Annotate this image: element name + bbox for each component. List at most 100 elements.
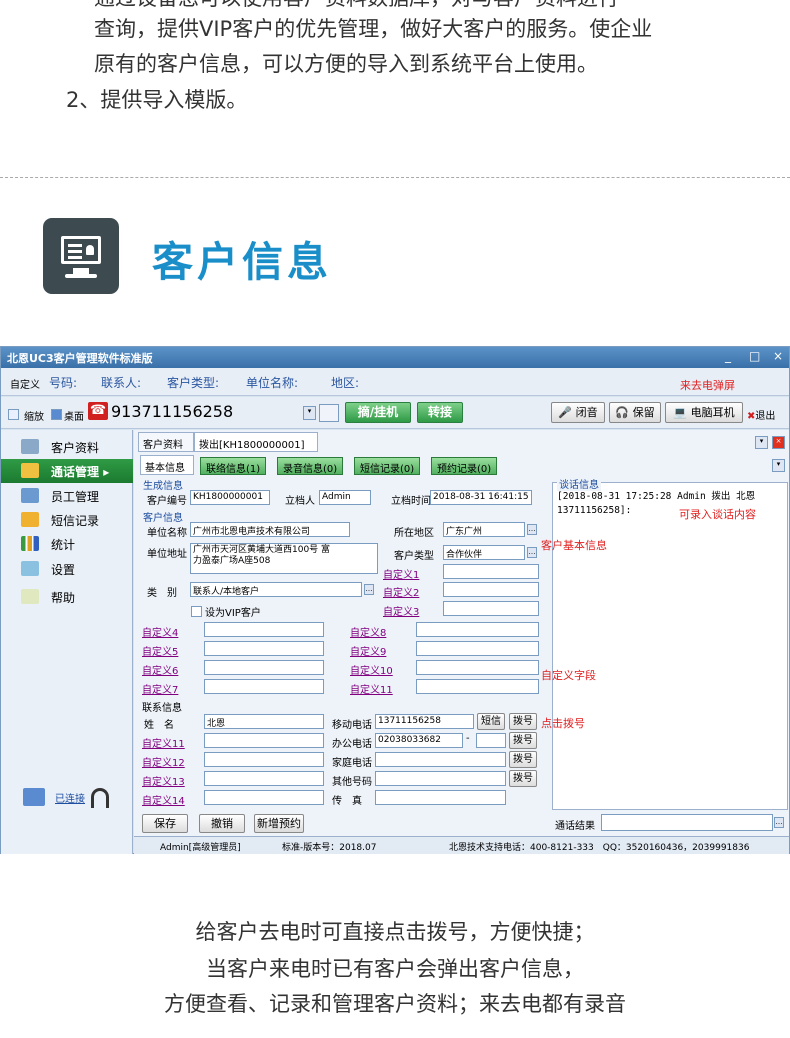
dial-office-button[interactable]: 拨号 bbox=[509, 732, 537, 749]
custom-2-field[interactable] bbox=[443, 582, 539, 597]
office-dash: - bbox=[466, 733, 470, 744]
search-type[interactable]: 客户类型: bbox=[167, 374, 219, 391]
phone-number-input[interactable]: 913711156258 bbox=[111, 402, 233, 421]
phone-dropdown[interactable]: ▾ bbox=[303, 406, 316, 420]
region-picker-button[interactable]: … bbox=[527, 524, 537, 535]
sidebar-item-sms[interactable]: 短信记录 bbox=[1, 508, 133, 532]
search-number[interactable]: 号码: bbox=[49, 374, 77, 391]
custom-11-field[interactable] bbox=[416, 679, 539, 694]
contact-custom-13-field[interactable] bbox=[204, 771, 324, 786]
custom-9-link[interactable]: 自定义9 bbox=[350, 643, 386, 658]
custom-6-link[interactable]: 自定义6 bbox=[142, 662, 178, 677]
contact-custom-14-field[interactable] bbox=[204, 790, 324, 805]
search-unit[interactable]: 单位名称: bbox=[246, 374, 298, 391]
sidebar-item-staff[interactable]: 员工管理 bbox=[1, 484, 133, 508]
custom-7-field[interactable] bbox=[204, 679, 324, 694]
subtab-appointments[interactable]: 预约记录(0) bbox=[431, 457, 498, 475]
fax-field[interactable] bbox=[375, 790, 506, 805]
minimize-button[interactable]: _ bbox=[725, 349, 731, 363]
sidebar-item-stats[interactable]: 统计 bbox=[1, 532, 133, 556]
type-field[interactable]: 合作伙伴 bbox=[443, 545, 525, 560]
mute-button[interactable]: 🎤 闭音 bbox=[551, 402, 605, 423]
custom-11-link[interactable]: 自定义11 bbox=[350, 681, 393, 696]
custom-5-link[interactable]: 自定义5 bbox=[142, 643, 178, 658]
name-field[interactable]: 北恩 bbox=[204, 714, 324, 729]
other-field[interactable] bbox=[375, 771, 506, 786]
sms-button[interactable]: 短信 bbox=[477, 713, 505, 730]
dial-home-button[interactable]: 拨号 bbox=[509, 751, 537, 768]
custom-search-link[interactable]: 自定义 bbox=[10, 376, 40, 391]
time-field[interactable]: 2018-08-31 16:41:15 bbox=[430, 490, 532, 505]
type-label: 客户类型 bbox=[394, 551, 434, 562]
subtab-recordings[interactable]: 录音信息(0) bbox=[277, 457, 344, 475]
talk-log-box[interactable]: 谈话信息 [2018-08-31 17:25:28 Admin 拨出 北恩 13… bbox=[552, 476, 788, 810]
status-bar: Admin[高级管理员] 标准-版本号：2018.07 北恩技术支持电话：400… bbox=[134, 836, 789, 854]
category-field[interactable]: 联系人/本地客户 bbox=[190, 582, 362, 597]
mobile-field[interactable]: 13711156258 bbox=[375, 714, 474, 729]
custom-3-link[interactable]: 自定义3 bbox=[383, 603, 419, 618]
custom-6-field[interactable] bbox=[204, 660, 324, 675]
region-field[interactable]: 广东广州 bbox=[443, 522, 525, 537]
custom-4-field[interactable] bbox=[204, 622, 324, 637]
sidebar-item-help[interactable]: 帮助 bbox=[1, 585, 133, 609]
vip-checkbox[interactable] bbox=[191, 604, 202, 617]
custom-5-field[interactable] bbox=[204, 641, 324, 656]
zoom-checkbox[interactable] bbox=[8, 407, 19, 420]
desktop-checkbox[interactable] bbox=[51, 407, 62, 420]
headset-button[interactable]: 💻 电脑耳机 bbox=[665, 402, 743, 423]
subtab-basic-info[interactable]: 基本信息 bbox=[140, 455, 194, 475]
sidebar-item-settings[interactable]: 设置 bbox=[1, 557, 133, 581]
contact-custom-11-field[interactable] bbox=[204, 733, 324, 748]
creator-field[interactable]: Admin bbox=[319, 490, 371, 505]
custom-3-field[interactable] bbox=[443, 601, 539, 616]
exit-button[interactable]: ✖退出 bbox=[747, 407, 775, 422]
subtab-sms[interactable]: 短信记录(0) bbox=[354, 457, 421, 475]
custom-10-link[interactable]: 自定义10 bbox=[350, 662, 393, 677]
sidebar-item-calls[interactable]: 通话管理 ▸ bbox=[1, 459, 133, 483]
search-region[interactable]: 地区: bbox=[331, 374, 359, 391]
search-contact[interactable]: 联系人: bbox=[101, 374, 141, 391]
cancel-button[interactable]: 撤销 bbox=[199, 814, 245, 833]
custom-10-field[interactable] bbox=[416, 660, 539, 675]
close-button[interactable]: × bbox=[773, 349, 783, 363]
tab-customer-info[interactable]: 客户资料 bbox=[138, 432, 194, 452]
addr-field[interactable]: 广州市天河区黄埔大道西100号 富力盈泰广场A座508 bbox=[190, 543, 378, 574]
keypad-icon[interactable] bbox=[319, 404, 339, 422]
answer-hangup-button[interactable]: 摘/挂机 bbox=[345, 402, 411, 423]
subtab-dropdown[interactable]: ▾ bbox=[772, 459, 785, 472]
transfer-button[interactable]: 转接 bbox=[417, 402, 463, 423]
custom-8-field[interactable] bbox=[416, 622, 539, 637]
custom-7-link[interactable]: 自定义7 bbox=[142, 681, 178, 696]
custom-1-link[interactable]: 自定义1 bbox=[383, 566, 419, 581]
call-result-field[interactable] bbox=[601, 814, 773, 831]
contact-custom-14-link[interactable]: 自定义14 bbox=[142, 792, 185, 807]
custom-9-field[interactable] bbox=[416, 641, 539, 656]
dial-other-button[interactable]: 拨号 bbox=[509, 770, 537, 787]
tab-list-dropdown[interactable]: ▾ bbox=[755, 436, 768, 449]
custom-2-link[interactable]: 自定义2 bbox=[383, 584, 419, 599]
unit-field[interactable]: 广州市北恩电声技术有限公司 bbox=[190, 522, 350, 537]
contact-custom-11-link[interactable]: 自定义11 bbox=[142, 735, 185, 750]
dial-mobile-button[interactable]: 拨号 bbox=[509, 713, 537, 730]
save-button[interactable]: 保存 bbox=[142, 814, 188, 833]
maximize-button[interactable]: □ bbox=[749, 349, 760, 363]
category-picker-button[interactable]: … bbox=[364, 584, 374, 595]
hold-button[interactable]: 🎧 保留 bbox=[609, 402, 661, 423]
contact-custom-13-link[interactable]: 自定义13 bbox=[142, 773, 185, 788]
new-appointment-button[interactable]: 新增预约 bbox=[254, 814, 304, 833]
code-field[interactable]: KH1800000001 bbox=[190, 490, 270, 505]
home-field[interactable] bbox=[375, 752, 506, 767]
contact-custom-12-field[interactable] bbox=[204, 752, 324, 767]
custom-4-link[interactable]: 自定义4 bbox=[142, 624, 178, 639]
office-ext-field[interactable] bbox=[476, 733, 506, 748]
type-picker-button[interactable]: … bbox=[527, 547, 537, 558]
office-field[interactable]: 02038033682 bbox=[375, 733, 463, 748]
sidebar-item-customers[interactable]: 客户资料 bbox=[1, 435, 133, 459]
custom-8-link[interactable]: 自定义8 bbox=[350, 624, 386, 639]
custom-1-field[interactable] bbox=[443, 564, 539, 579]
subtab-contact-info[interactable]: 联络信息(1) bbox=[200, 457, 267, 475]
call-result-picker[interactable]: … bbox=[774, 817, 784, 828]
close-tab-icon[interactable]: × bbox=[772, 436, 785, 449]
tab-outgoing-call[interactable]: 拨出[KH1800000001] bbox=[194, 432, 318, 452]
contact-custom-12-link[interactable]: 自定义12 bbox=[142, 754, 185, 769]
